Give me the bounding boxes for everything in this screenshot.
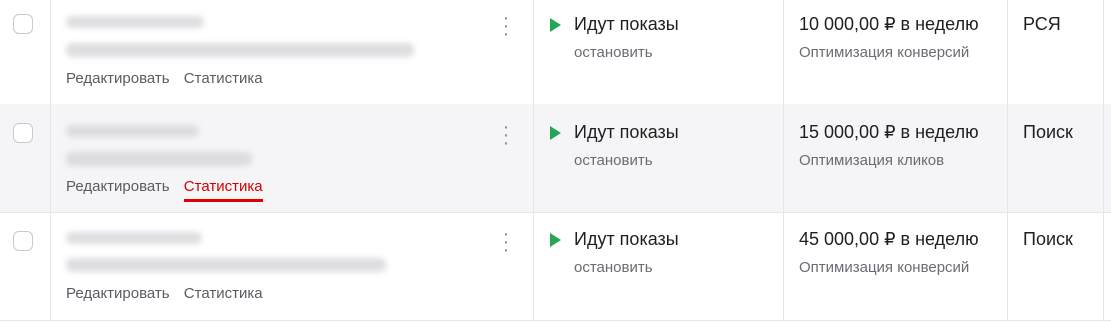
more-vertical-icon[interactable]: · · · xyxy=(497,8,515,44)
campaign-type: Поиск xyxy=(1023,122,1073,142)
row-checkbox[interactable] xyxy=(13,231,33,251)
checkbox-cell xyxy=(0,104,51,212)
campaigns-table: Редактировать Статистика · · · Идут показы… xyxy=(0,0,1111,322)
stop-link[interactable]: остановить xyxy=(574,44,653,61)
stop-link[interactable]: остановить xyxy=(574,152,653,169)
row-actions: Редактировать Статистика xyxy=(66,70,273,87)
row-actions: Редактировать Статистика xyxy=(66,178,273,195)
budget-value[interactable]: 10 000,00 ₽ в неделю xyxy=(799,14,979,35)
row-checkbox[interactable] xyxy=(13,14,33,34)
edit-link[interactable]: Редактировать xyxy=(66,178,170,195)
campaign-name-blurred[interactable] xyxy=(66,43,414,57)
budget-value[interactable]: 45 000,00 ₽ в неделю xyxy=(799,229,979,250)
campaign-id-blurred xyxy=(66,16,204,28)
edit-link[interactable]: Редактировать xyxy=(66,70,170,87)
row-checkbox[interactable] xyxy=(13,123,33,143)
status-cell xyxy=(534,104,784,212)
campaign-id-blurred xyxy=(66,232,202,244)
type-cell xyxy=(1008,104,1104,212)
play-icon xyxy=(550,233,561,247)
row-actions: Редактировать Статистика xyxy=(66,285,273,302)
statistics-link[interactable]: Статистика xyxy=(184,70,263,87)
campaign-type: РСЯ xyxy=(1023,14,1061,34)
stop-link[interactable]: остановить xyxy=(574,259,653,276)
statistics-link[interactable]: Статистика xyxy=(184,285,263,302)
budget-value[interactable]: 15 000,00 ₽ в неделю xyxy=(799,122,979,143)
campaign-name-blurred[interactable] xyxy=(66,258,386,272)
status-text: Идут показы xyxy=(574,122,679,142)
checkbox-cell xyxy=(0,0,51,104)
statistics-link[interactable]: Статистика xyxy=(184,178,263,195)
checkbox-cell xyxy=(0,212,51,320)
campaign-type: Поиск xyxy=(1023,229,1073,249)
campaign-id-blurred xyxy=(66,125,199,137)
play-icon xyxy=(550,18,561,32)
campaign-name-blurred[interactable] xyxy=(66,152,252,166)
more-vertical-icon[interactable]: · · · xyxy=(497,117,515,153)
strategy-text: Оптимизация кликов xyxy=(799,152,945,169)
status-text: Идут показы xyxy=(574,229,679,249)
strategy-text: Оптимизация конверсий xyxy=(799,44,970,61)
more-vertical-icon[interactable]: · · · xyxy=(497,224,515,260)
status-text: Идут показы xyxy=(574,14,679,34)
play-icon xyxy=(550,126,561,140)
edit-link[interactable]: Редактировать xyxy=(66,285,170,302)
strategy-text: Оптимизация конверсий xyxy=(799,259,970,276)
